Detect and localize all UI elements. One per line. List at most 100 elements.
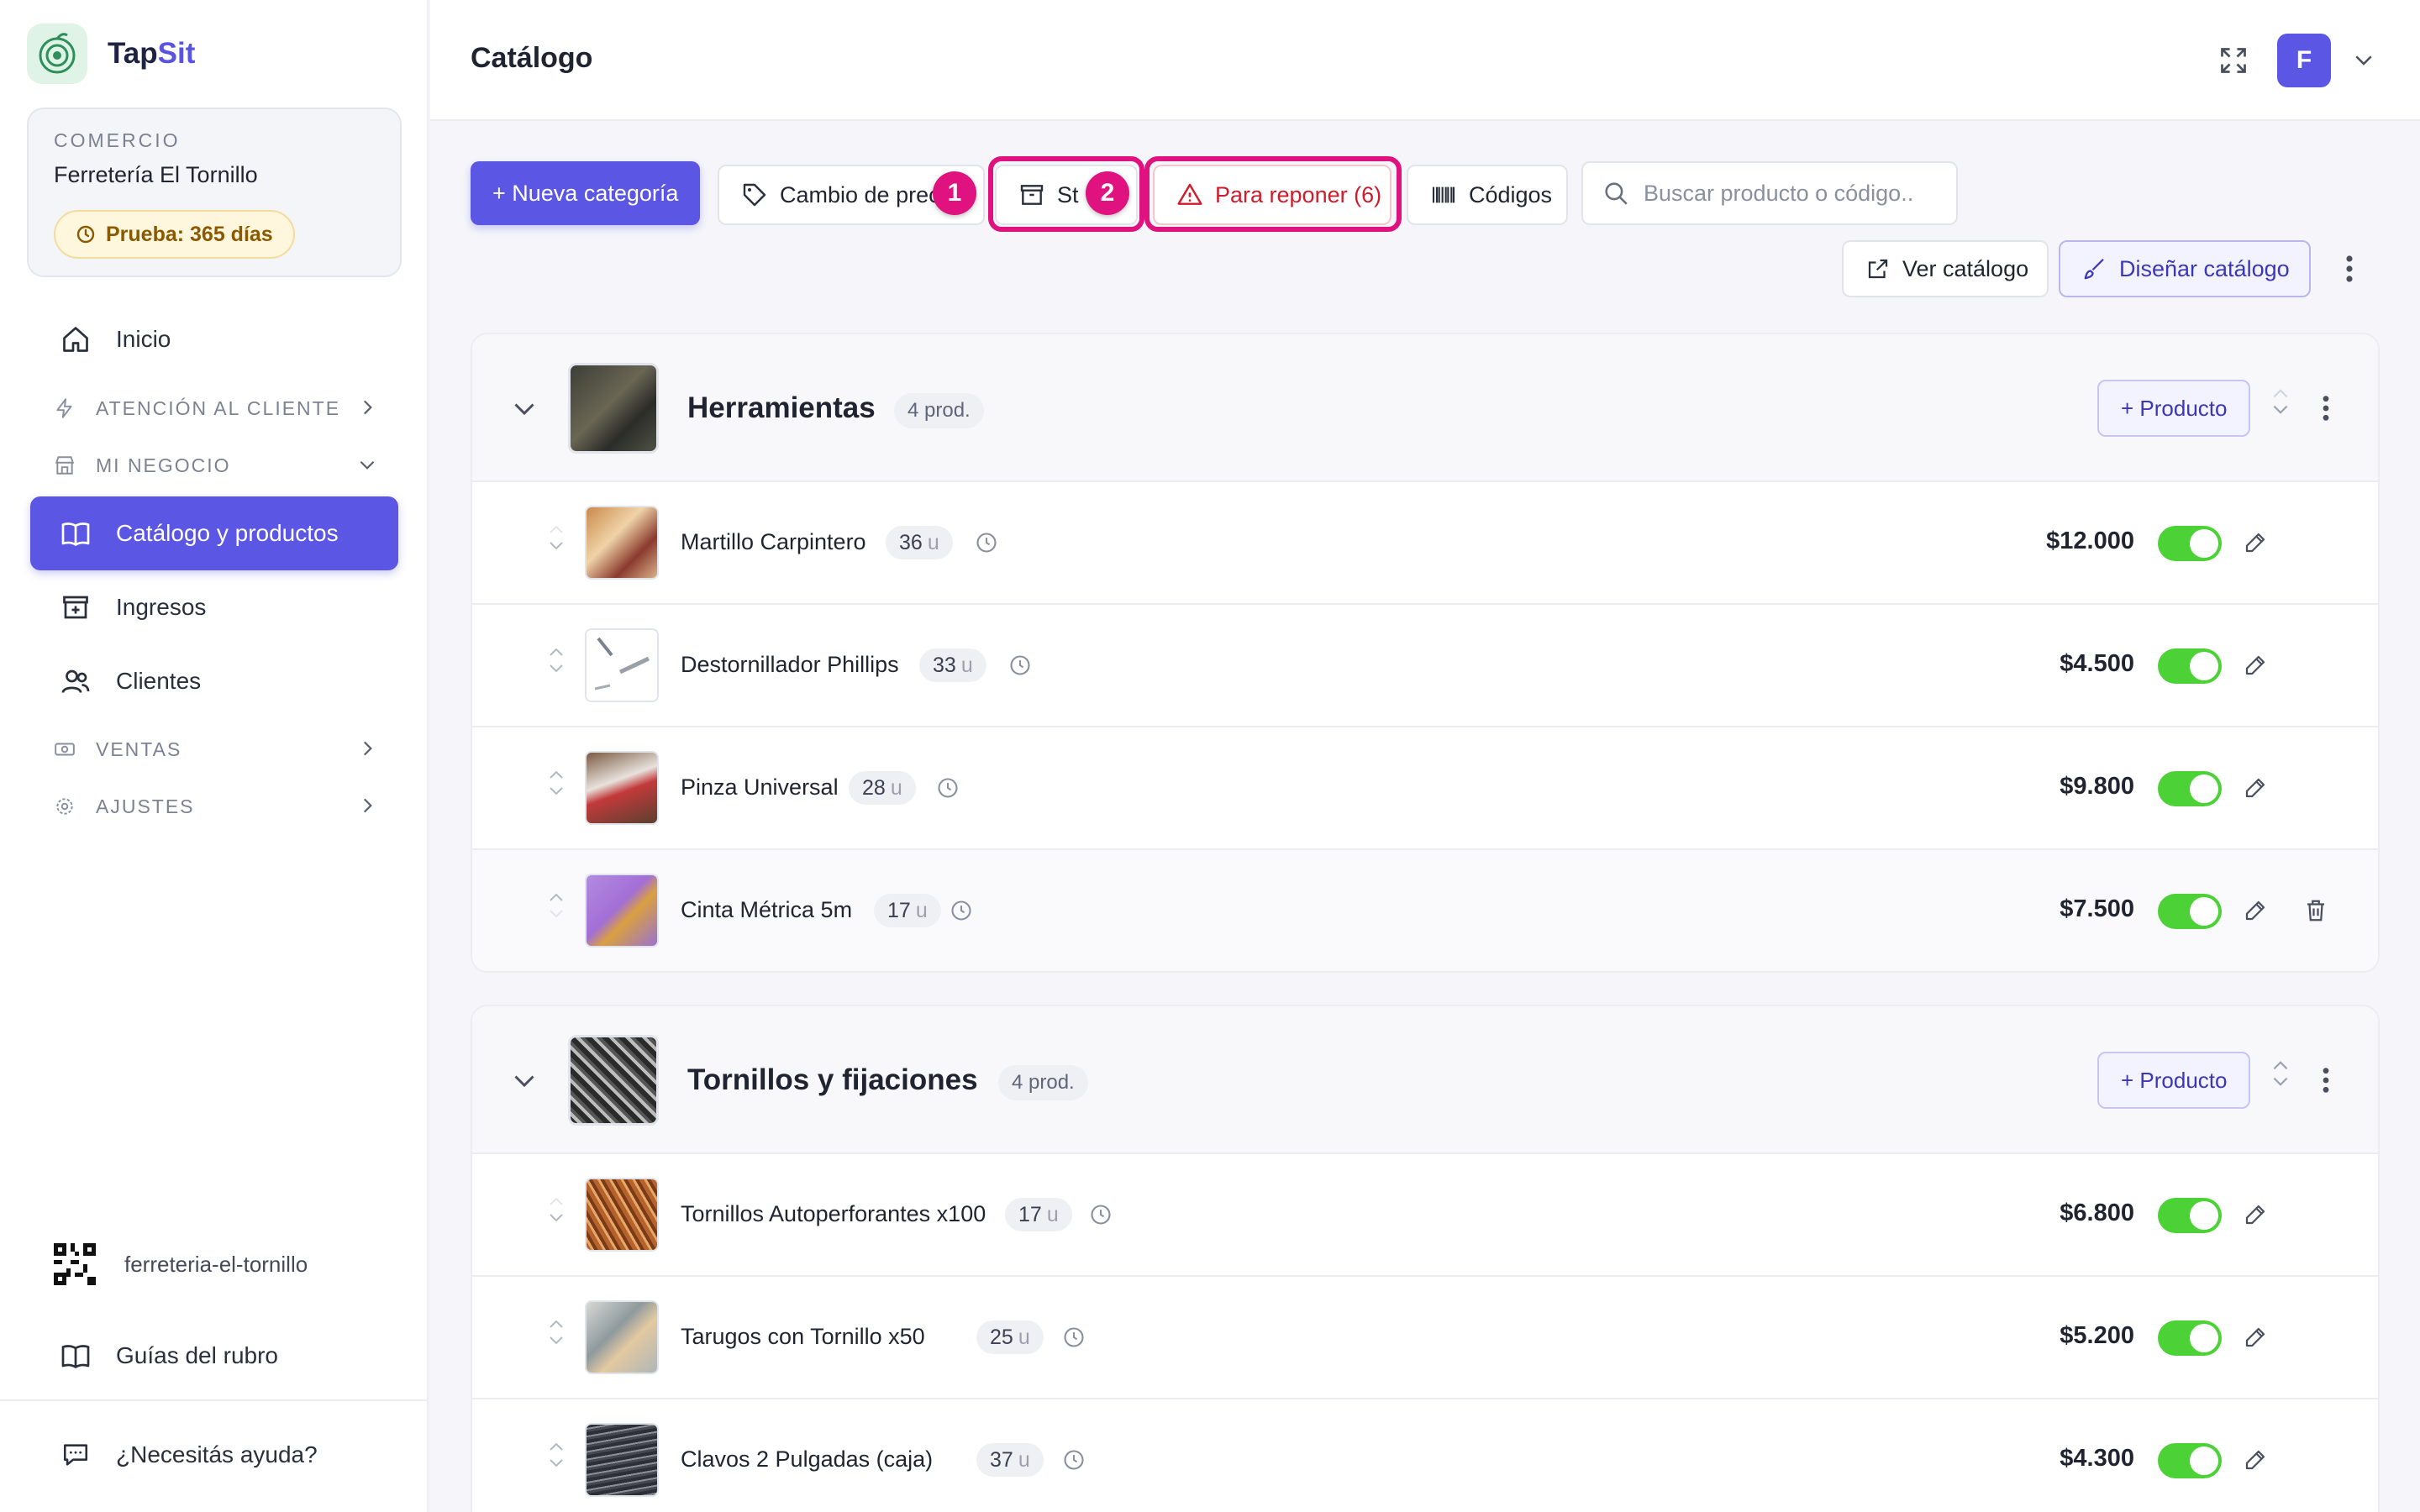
product-image	[585, 1178, 659, 1252]
clock-icon[interactable]	[975, 531, 998, 554]
chevron-down-icon[interactable]	[546, 1332, 566, 1349]
category-sort-arrows[interactable]	[2264, 1057, 2297, 1090]
nav-section-ventas[interactable]: VENTAS	[30, 726, 398, 773]
nav-guias[interactable]: Guías del rubro	[30, 1319, 398, 1393]
chevron-up-icon[interactable]	[546, 1438, 566, 1455]
help-link[interactable]: ¿Necesitás ayuda?	[30, 1418, 398, 1492]
chevron-up-icon[interactable]	[546, 643, 566, 660]
product-active-toggle[interactable]	[2158, 1198, 2222, 1233]
nav-section-ajustes[interactable]: AJUSTES	[30, 783, 398, 830]
chevron-down-icon[interactable]	[2351, 47, 2376, 76]
product-image	[585, 1423, 659, 1497]
book-icon	[59, 1339, 92, 1373]
more-options-icon[interactable]	[2333, 245, 2366, 292]
add-product-button[interactable]: + Producto	[2097, 1052, 2251, 1109]
edit-icon[interactable]	[2240, 650, 2270, 680]
brand[interactable]: TapSit	[27, 24, 195, 84]
view-catalog-button[interactable]: Ver catálogo	[1842, 240, 2049, 297]
nav-section-negocio[interactable]: MI NEGOCIO	[30, 442, 398, 489]
codes-button[interactable]: Códigos	[1407, 165, 1568, 225]
nav-catalogo[interactable]: Catálogo y productos	[30, 496, 398, 570]
chevron-up-icon[interactable]	[546, 1315, 566, 1332]
clock-icon[interactable]	[1062, 1448, 1086, 1472]
home-icon	[59, 323, 92, 356]
edit-icon[interactable]	[2240, 1200, 2270, 1230]
category-card: Tornillos y fijaciones 4 prod. + Product…	[471, 1005, 2380, 1512]
trash-icon[interactable]	[2301, 895, 2331, 926]
product-sort-arrows[interactable]	[539, 521, 573, 554]
clock-icon[interactable]	[936, 776, 960, 800]
product-sort-arrows[interactable]	[539, 643, 573, 677]
chevron-up-icon[interactable]	[546, 1193, 566, 1210]
nav-section-negocio-label: MI NEGOCIO	[96, 454, 231, 476]
product-active-toggle[interactable]	[2158, 648, 2222, 684]
category-sort-arrows[interactable]	[2264, 385, 2297, 418]
product-sort-arrows[interactable]	[539, 889, 573, 922]
product-name: Clavos 2 Pulgadas (caja)	[681, 1446, 934, 1472]
chevron-up-icon[interactable]	[546, 889, 566, 906]
chevron-down-icon[interactable]	[546, 538, 566, 554]
store-slug-link[interactable]: ferreteria-el-tornillo	[54, 1243, 308, 1285]
product-sort-arrows[interactable]	[539, 1438, 573, 1472]
stock-value: 17	[887, 898, 911, 922]
product-image	[585, 506, 659, 580]
chevron-down-icon[interactable]	[546, 906, 566, 922]
product-sort-arrows[interactable]	[539, 1193, 573, 1226]
product-active-toggle[interactable]	[2158, 1443, 2222, 1478]
nav-section-atencion[interactable]: ATENCIÓN AL CLIENTE	[30, 385, 398, 432]
chevron-down-icon[interactable]	[2270, 402, 2291, 418]
clock-icon[interactable]	[1062, 1326, 1086, 1349]
edit-icon[interactable]	[2240, 528, 2270, 558]
chevron-up-icon[interactable]	[546, 766, 566, 783]
search-input[interactable]	[1644, 180, 1946, 207]
clock-icon[interactable]	[1089, 1203, 1113, 1226]
product-active-toggle[interactable]	[2158, 894, 2222, 929]
chevron-down-icon[interactable]	[546, 783, 566, 800]
category-menu-icon[interactable]	[2309, 1057, 2343, 1104]
price-change-label: Cambio de prec	[780, 181, 940, 207]
search-box[interactable]	[1581, 161, 1958, 225]
new-category-button[interactable]: + Nueva categoría	[471, 161, 701, 225]
product-price: $6.800	[2060, 1200, 2134, 1226]
chevron-down-icon[interactable]	[2270, 1074, 2291, 1090]
clock-icon[interactable]	[1008, 654, 1032, 677]
stock-value: 28	[862, 775, 886, 800]
page-title: Catálogo	[471, 42, 593, 74]
chevron-down-icon[interactable]	[546, 1455, 566, 1472]
edit-icon[interactable]	[2240, 1445, 2270, 1475]
edit-icon[interactable]	[2240, 1322, 2270, 1352]
store-name: Ferretería El Tornillo	[54, 162, 258, 187]
avatar[interactable]: F	[2277, 34, 2331, 87]
category-menu-icon[interactable]	[2309, 385, 2343, 432]
category-header: Tornillos y fijaciones 4 prod. + Product…	[472, 1006, 2378, 1154]
design-catalog-button[interactable]: Diseñar catálogo	[2059, 240, 2311, 297]
add-product-button[interactable]: + Producto	[2097, 380, 2251, 437]
chevron-down-icon[interactable]	[546, 660, 566, 677]
chevron-down-icon[interactable]	[506, 390, 543, 427]
nav-ingresos[interactable]: Ingresos	[30, 570, 398, 644]
chevron-up-icon[interactable]	[546, 521, 566, 538]
product-active-toggle[interactable]	[2158, 771, 2222, 806]
chevron-down-icon[interactable]	[506, 1062, 543, 1099]
clock-icon[interactable]	[950, 899, 973, 922]
product-name: Tornillos Autoperforantes x100	[681, 1201, 986, 1226]
chevron-down-icon[interactable]	[546, 1210, 566, 1226]
stock-pill: 36 u	[886, 526, 953, 559]
category-name: Herramientas	[687, 391, 876, 424]
nav-clientes[interactable]: Clientes	[30, 644, 398, 718]
edit-icon[interactable]	[2240, 773, 2270, 803]
product-active-toggle[interactable]	[2158, 1320, 2222, 1356]
product-sort-arrows[interactable]	[539, 1315, 573, 1349]
edit-icon[interactable]	[2240, 895, 2270, 926]
product-row: Clavos 2 Pulgadas (caja) 37 u $4.300	[472, 1399, 2378, 1512]
product-sort-arrows[interactable]	[539, 766, 573, 800]
product-name: Tarugos con Tornillo x50	[681, 1324, 925, 1349]
product-name: Pinza Universal	[681, 774, 839, 800]
chevron-up-icon[interactable]	[2270, 1057, 2291, 1074]
fullscreen-icon[interactable]	[2215, 42, 2252, 79]
chevron-up-icon[interactable]	[2270, 385, 2291, 402]
nav-inicio[interactable]: Inicio	[30, 302, 398, 376]
stock-pill: 17 u	[874, 894, 941, 927]
product-active-toggle[interactable]	[2158, 526, 2222, 561]
product-row: Pinza Universal 28 u $9.800	[472, 727, 2378, 850]
